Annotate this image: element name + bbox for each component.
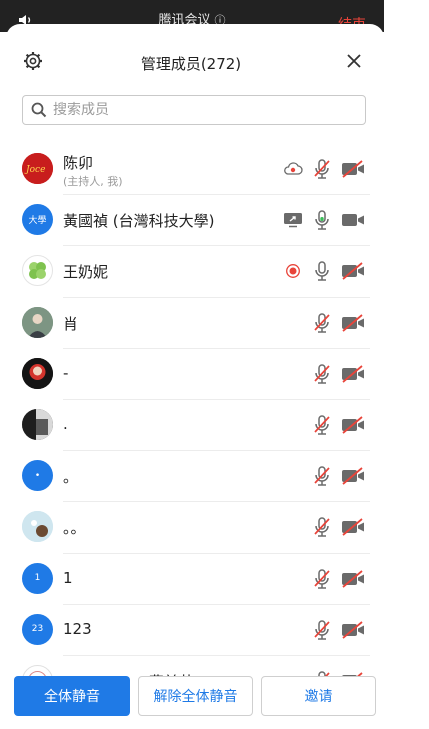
member-row[interactable]: 1 1: [6, 554, 384, 605]
mic-muted-icon[interactable]: [308, 567, 336, 591]
recording-icon: [278, 259, 308, 283]
member-row[interactable]: • 。: [6, 451, 384, 503]
camera-off-icon[interactable]: [336, 362, 370, 386]
member-name: 。。: [63, 519, 86, 538]
mic-on-icon[interactable]: [308, 208, 336, 232]
member-row[interactable]: 。。: [6, 502, 384, 554]
member-row[interactable]: 肖: [6, 298, 384, 349]
member-controls: [308, 311, 370, 335]
mic-muted-icon[interactable]: [308, 618, 336, 642]
member-name: 。: [63, 468, 79, 487]
mic-muted-icon[interactable]: [308, 515, 336, 539]
member-controls: [308, 413, 370, 437]
member-name: 陈卯: [63, 154, 94, 172]
mic-muted-icon[interactable]: [308, 311, 336, 335]
member-list[interactable]: Joce 陈卯 (主持人, 我) 大學 黃國禎 (台灣科技大學) 王奶妮 肖 -…: [6, 144, 384, 684]
camera-off-icon[interactable]: [336, 618, 370, 642]
panel-title: 管理成员(272): [140, 55, 242, 73]
search-icon: [31, 102, 47, 118]
manage-members-panel: 管理成员(272) Joce 陈卯 (主持人, 我): [6, 24, 384, 729]
invite-button[interactable]: 邀请: [261, 676, 376, 716]
member-name: .: [63, 414, 68, 433]
mic-muted-icon[interactable]: [308, 413, 336, 437]
camera-off-icon[interactable]: [336, 157, 370, 181]
avatar: [22, 408, 53, 440]
camera-off-icon[interactable]: [336, 515, 370, 539]
avatar: [22, 255, 53, 287]
member-role: (主持人, 我): [63, 175, 123, 188]
member-row[interactable]: .: [6, 400, 384, 452]
camera-off-icon[interactable]: [336, 464, 370, 488]
svg-text:Joce: Joce: [24, 165, 45, 175]
avatar: •: [22, 460, 53, 492]
avatar: 大學: [22, 204, 53, 236]
action-footer: 全体静音 解除全体静音 邀请: [0, 676, 384, 729]
camera-off-icon[interactable]: [336, 311, 370, 335]
member-controls: [308, 567, 370, 591]
camera-off-icon[interactable]: [336, 259, 370, 283]
search-bar[interactable]: [22, 95, 366, 125]
background-area: [384, 0, 429, 729]
avatar: [22, 306, 53, 338]
member-controls: [278, 259, 370, 283]
member-controls: [308, 618, 370, 642]
member-name: -: [63, 363, 69, 382]
camera-off-icon[interactable]: [336, 413, 370, 437]
member-row[interactable]: 王奶妮: [6, 246, 384, 298]
camera-off-icon[interactable]: [336, 567, 370, 591]
mic-muted-icon[interactable]: [308, 464, 336, 488]
avatar: [22, 357, 53, 389]
avatar: Joce: [22, 153, 53, 184]
mic-muted-icon[interactable]: [308, 157, 336, 181]
unmute-all-button[interactable]: 解除全体静音: [138, 676, 253, 716]
member-controls: [278, 157, 370, 181]
avatar: 1: [22, 562, 53, 594]
mic-on-icon[interactable]: [308, 259, 336, 283]
member-controls: [278, 208, 370, 232]
cloud-recording-icon: [278, 157, 308, 181]
member-controls: [308, 464, 370, 488]
member-name: 肖: [63, 314, 79, 333]
member-controls: [308, 362, 370, 386]
camera-on-icon[interactable]: [336, 208, 370, 232]
close-icon[interactable]: [346, 53, 362, 73]
mic-muted-icon[interactable]: [308, 362, 336, 386]
avatar: [22, 511, 53, 543]
member-name: 王奶妮: [63, 263, 109, 282]
member-row[interactable]: 23 123: [6, 605, 384, 656]
member-controls: [308, 515, 370, 539]
search-input[interactable]: [51, 101, 355, 119]
member-row[interactable]: Joce 陈卯 (主持人, 我): [6, 144, 384, 196]
member-name: 123: [63, 619, 92, 638]
member-name: 黃國禎 (台灣科技大學): [63, 212, 215, 231]
mute-all-button[interactable]: 全体静音: [14, 676, 130, 716]
member-name: 1: [63, 568, 73, 587]
member-row[interactable]: 大學 黃國禎 (台灣科技大學): [6, 195, 384, 247]
member-row[interactable]: -: [6, 349, 384, 400]
avatar: 23: [22, 613, 53, 645]
screen-share-icon: [278, 208, 308, 232]
panel-header: 管理成员(272): [6, 24, 384, 94]
